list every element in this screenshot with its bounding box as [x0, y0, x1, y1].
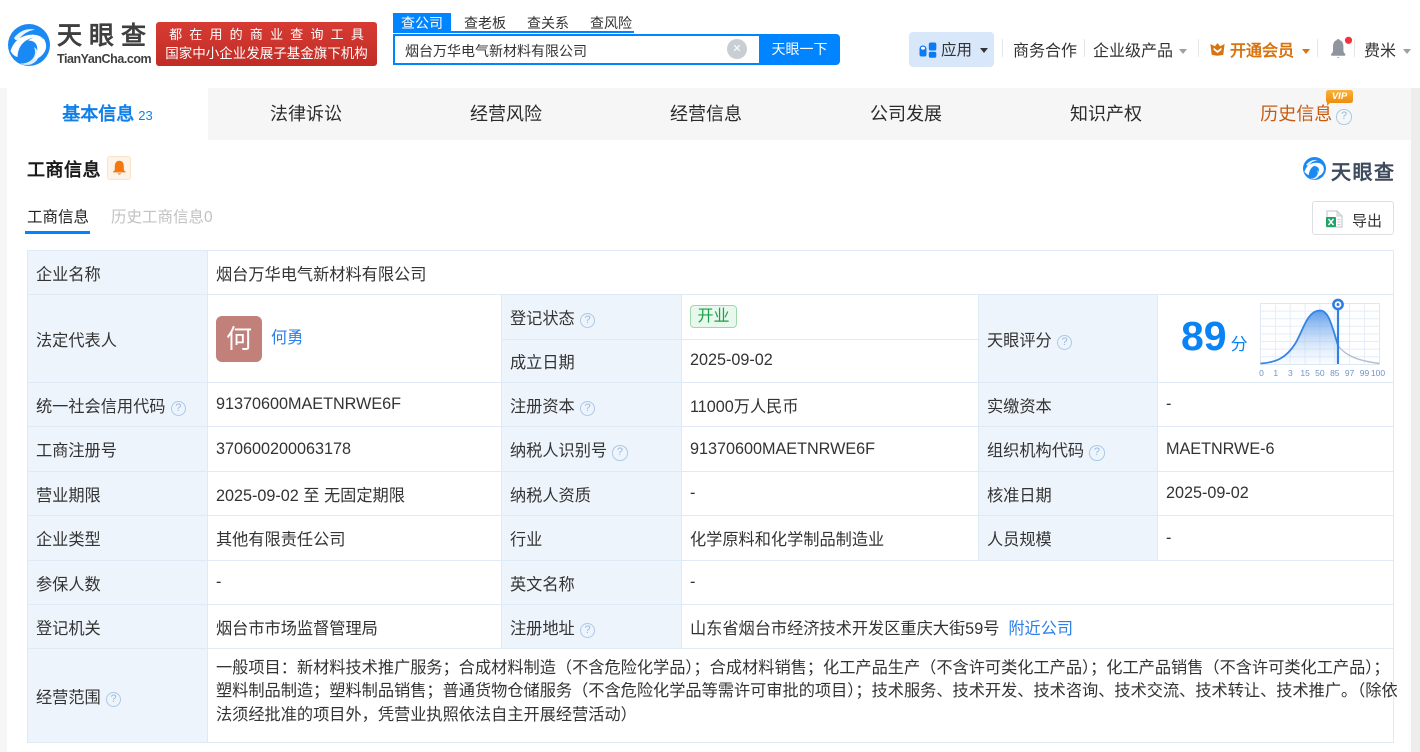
svg-text:1: 1 [1273, 368, 1278, 378]
svg-text:97: 97 [1345, 368, 1355, 378]
svg-text:50: 50 [1315, 368, 1325, 378]
svg-text:15: 15 [1300, 368, 1310, 378]
svg-text:3: 3 [1288, 368, 1293, 378]
svg-text:100: 100 [1371, 368, 1385, 378]
svg-text:99: 99 [1360, 368, 1370, 378]
svg-text:0: 0 [1259, 368, 1264, 378]
svg-text:85: 85 [1330, 368, 1340, 378]
